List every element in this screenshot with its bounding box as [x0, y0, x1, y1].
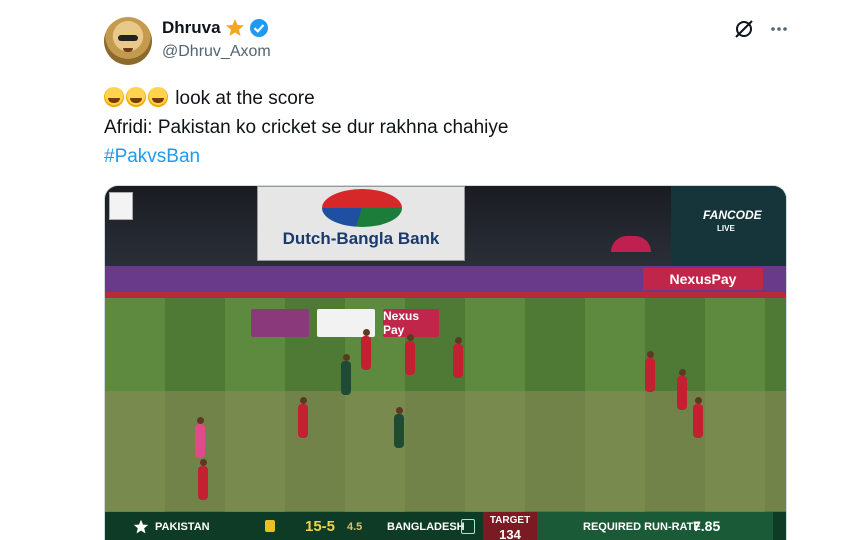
umpire: [195, 417, 205, 458]
scorebar: PAKISTAN 15-5 4.5 BANGLADESH TARGET 134 …: [105, 512, 786, 540]
ad-band: NexusPay: [105, 266, 786, 292]
target-value: 134: [499, 527, 521, 540]
rrr-label: REQUIRED RUN-RATE: [583, 521, 701, 533]
player: [394, 407, 404, 448]
player: [198, 459, 208, 500]
player: [298, 397, 308, 438]
avatar-mouth: [123, 48, 133, 52]
tweet-media-image[interactable]: Dutch-Bangla Bank FANCODE LIVE NexusPay …: [104, 185, 787, 540]
broadcaster-logo: FANCODE LIVE: [671, 186, 786, 266]
hashtag-link[interactable]: #PakvsBan: [104, 142, 508, 171]
grok-icon[interactable]: [733, 18, 755, 40]
score: 15-5: [305, 518, 336, 535]
bank-logo: [322, 189, 402, 227]
target-label: TARGET: [489, 515, 531, 526]
sponsor-board-1: [251, 309, 309, 337]
sponsor-nexus: Nexus Pay: [383, 309, 439, 337]
target-box: TARGET 134: [483, 512, 537, 540]
powerplay-icon: [265, 520, 275, 532]
verified-icon: [249, 19, 268, 37]
player: [405, 334, 415, 375]
author-handle[interactable]: @Dhruv_Axom: [162, 43, 271, 61]
player: [361, 329, 371, 370]
overs: 4.5: [347, 521, 363, 533]
tweet-actions-top: [733, 18, 789, 40]
rolling-laughing-emoji: [104, 87, 124, 107]
broadcaster-live: LIVE: [717, 224, 735, 233]
tweet-text: look at the score Afridi: Pakistan ko cr…: [104, 84, 508, 171]
avatar-sunglasses: [118, 35, 138, 41]
billboard: Dutch-Bangla Bank: [257, 186, 465, 261]
rrr-value: 7.85: [693, 518, 721, 534]
player: [693, 397, 703, 438]
tweet-text-line2: Afridi: Pakistan ko cricket se dur rakhn…: [104, 117, 509, 138]
rolling-laughing-emoji: [148, 87, 168, 107]
avatar[interactable]: [104, 17, 152, 65]
player: [677, 369, 687, 410]
runrate-box: REQUIRED RUN-RATE 7.85: [537, 512, 773, 540]
nexus-ad: NexusPay: [643, 268, 763, 290]
broadcaster-name: FANCODE: [703, 208, 762, 222]
author-name-row: Dhruva: [162, 18, 269, 38]
player: [453, 337, 463, 378]
player: [341, 354, 351, 395]
more-icon[interactable]: [769, 19, 789, 39]
billboard-text: Dutch-Bangla Bank: [282, 229, 440, 248]
tournament-logo: [109, 192, 133, 220]
player: [645, 351, 655, 392]
rolling-laughing-emoji: [126, 87, 146, 107]
team2-logo: [461, 519, 475, 534]
tweet-text-line1: look at the score: [175, 88, 315, 109]
star-badge-icon: [225, 19, 244, 36]
author-name[interactable]: Dhruva: [162, 18, 221, 38]
team2-name: BANGLADESH: [387, 521, 465, 533]
star-icon: [133, 519, 149, 534]
team1-name: PAKISTAN: [155, 521, 210, 533]
tweet-line-1: look at the score: [104, 84, 508, 113]
